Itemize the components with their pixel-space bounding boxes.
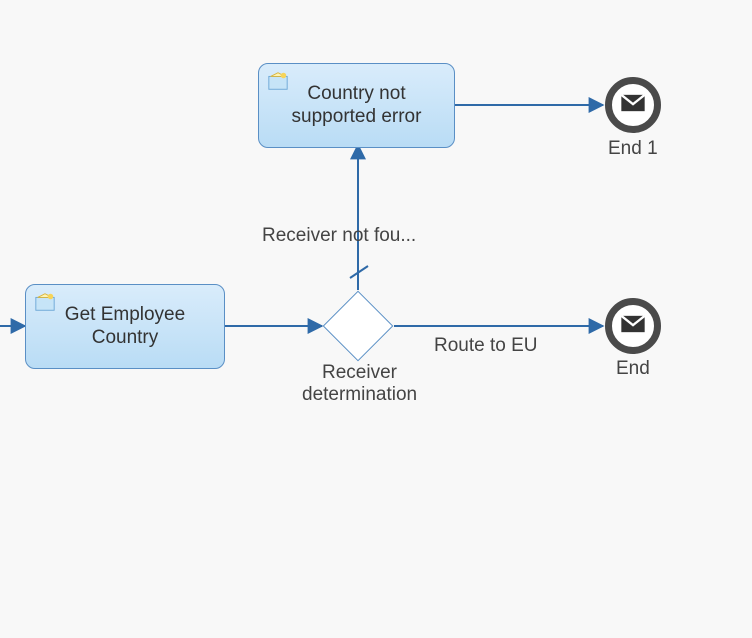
task-country-not-supported[interactable]: Country not supported error [258,63,455,148]
end-label: End [616,358,650,380]
gateway-label: Receiver determination [302,362,417,406]
end-event-end[interactable] [605,298,661,354]
message-icon [619,89,647,122]
end1-label: End 1 [608,138,658,160]
flow-label-not-found: Receiver not fou... [262,225,416,247]
flow-label-route-eu: Route to EU [434,335,538,357]
task-type-icon [267,70,289,92]
gateway-receiver-determination[interactable] [323,291,394,362]
task-type-icon [34,291,56,313]
end-event-end1[interactable] [605,77,661,133]
message-icon [619,310,647,343]
task-get-employee-country[interactable]: Get Employee Country [25,284,225,369]
